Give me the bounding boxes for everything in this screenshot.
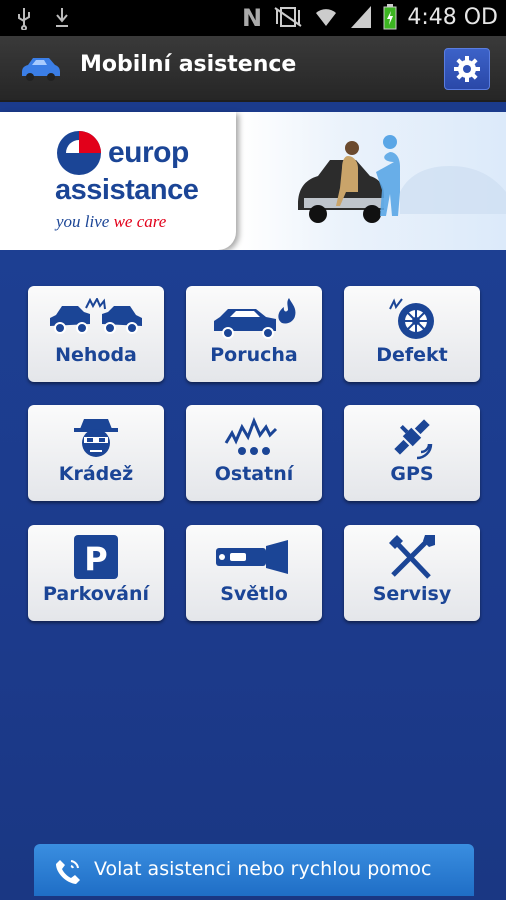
banner-photo xyxy=(240,112,506,250)
flashlight-icon xyxy=(216,540,288,574)
svg-text:P: P xyxy=(84,540,107,578)
car-crash-icon xyxy=(50,298,142,334)
logo-word-assistance: assistance xyxy=(55,174,199,206)
battery-charging-icon xyxy=(383,4,397,30)
svg-text:N: N xyxy=(242,4,262,30)
status-bar: N 4:48 OD xyxy=(0,0,506,36)
action-bar: Mobilní asistence xyxy=(0,36,506,102)
tile-kradez[interactable]: Krádež xyxy=(28,405,164,501)
tile-ostatni[interactable]: Ostatní xyxy=(186,405,322,501)
tile-label: Nehoda xyxy=(55,344,137,366)
tile-porucha[interactable]: Porucha xyxy=(186,286,322,382)
call-assistance-label: Volat asistenci nebo rychlou pomoc xyxy=(94,858,432,880)
tile-defekt[interactable]: Defekt xyxy=(344,286,480,382)
tile-label: Defekt xyxy=(376,344,448,366)
banner: europ assistance you live we care xyxy=(0,112,506,250)
tile-nehoda[interactable]: Nehoda xyxy=(28,286,164,382)
phone-icon xyxy=(56,860,80,884)
tile-label: Parkování xyxy=(42,583,150,605)
page-title: Mobilní asistence xyxy=(80,52,297,77)
satellite-icon xyxy=(394,419,433,460)
gear-icon xyxy=(454,56,480,82)
download-icon xyxy=(56,8,68,27)
signal-icon xyxy=(351,6,372,28)
thief-icon xyxy=(74,419,118,457)
car-assistance-illustration xyxy=(298,135,506,223)
logo-tagline: you live we care xyxy=(56,212,166,232)
tagline-you-live: you live xyxy=(56,212,110,231)
wifi-icon xyxy=(316,9,337,26)
tile-gps[interactable]: GPS xyxy=(344,405,480,501)
car-icon[interactable] xyxy=(18,54,62,82)
tile-parkovani[interactable]: P Parkování xyxy=(28,525,164,621)
call-assistance-button[interactable]: Volat asistenci nebo rychlou pomoc xyxy=(34,844,474,896)
status-time: 4:48 OD xyxy=(407,4,498,30)
nfc-icon: N xyxy=(242,4,262,30)
logo-word-europ: europ xyxy=(108,136,189,169)
parking-icon: P xyxy=(74,535,118,579)
tile-label: Ostatní xyxy=(214,463,294,485)
tile-label: Servisy xyxy=(372,583,452,605)
tile-svetlo[interactable]: Světlo xyxy=(186,525,322,621)
settings-button[interactable] xyxy=(444,48,490,90)
tile-label: Porucha xyxy=(210,344,298,366)
tile-servisy[interactable]: Servisy xyxy=(344,525,480,621)
usb-icon xyxy=(18,8,30,30)
tagline-we-care: we care xyxy=(113,212,167,231)
logo-card: europ assistance you live we care xyxy=(0,112,236,250)
other-icon xyxy=(224,417,278,455)
tire-icon xyxy=(389,298,434,339)
europ-assistance-logo-icon xyxy=(57,131,101,175)
tools-icon xyxy=(389,535,435,579)
tile-label: Světlo xyxy=(220,583,288,605)
vibrate-off-icon xyxy=(274,7,302,27)
tile-label: GPS xyxy=(390,463,434,485)
tile-label: Krádež xyxy=(58,463,134,485)
car-fire-icon xyxy=(214,298,296,339)
